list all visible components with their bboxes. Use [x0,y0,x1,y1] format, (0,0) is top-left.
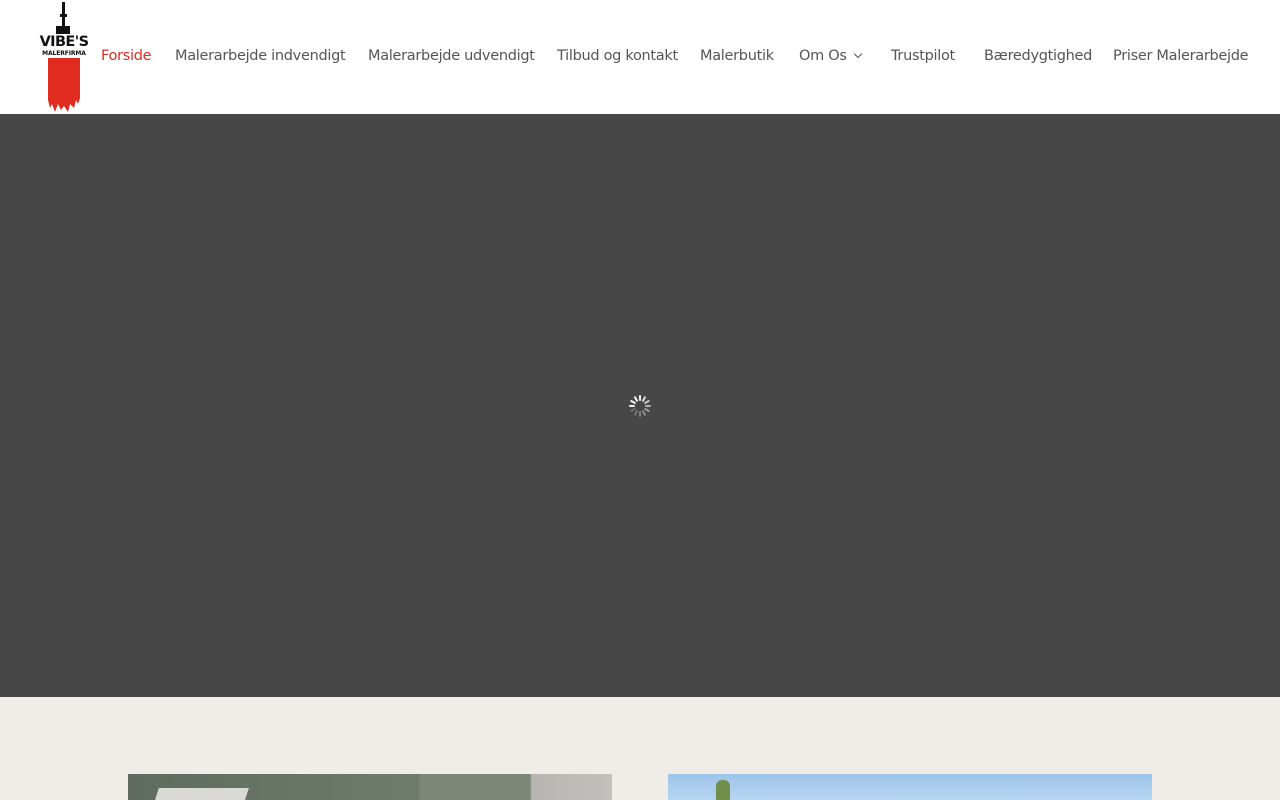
nav-item-forside[interactable]: Forside [101,46,152,68]
services-section [0,697,1280,800]
nav-item-om-os[interactable]: Om Os [799,46,862,68]
site-header: VIBE'S MALERFIRMA Forside Malerarbejde i… [0,0,1280,114]
service-card-image-indoor[interactable] [128,774,612,800]
nav-item-malerbutik[interactable]: Malerbutik [700,46,774,68]
hero-slider [0,114,1280,697]
site-logo[interactable]: VIBE'S MALERFIRMA [34,0,94,114]
wall-shape [149,788,249,800]
chevron-down-icon [853,49,862,59]
nav-item-trustpilot[interactable]: Trustpilot [891,46,955,68]
nav-item-priser-malerarbejde[interactable]: Priser Malerarbejde [1113,46,1249,68]
nav-item-malerarbejde-indvendigt[interactable]: Malerarbejde indvendigt [175,46,346,68]
service-card-image-outdoor[interactable] [668,774,1152,800]
nav-item-tilbud-og-kontakt[interactable]: Tilbud og kontakt [557,46,678,68]
tree-shape [716,780,730,800]
nav-item-om-os-label: Om Os [799,48,847,64]
nav-item-malerarbejde-udvendigt[interactable]: Malerarbejde udvendigt [368,46,535,68]
logo-wordmark: VIBE'S MALERFIRMA [34,35,94,57]
paint-roller-icon [48,2,80,112]
logo-subtitle: MALERFIRMA [42,49,86,57]
loading-spinner-icon [629,395,651,417]
logo-name: VIBE'S [39,34,89,50]
nav-item-baeredygtighed[interactable]: Bæredygtighed [984,46,1092,68]
